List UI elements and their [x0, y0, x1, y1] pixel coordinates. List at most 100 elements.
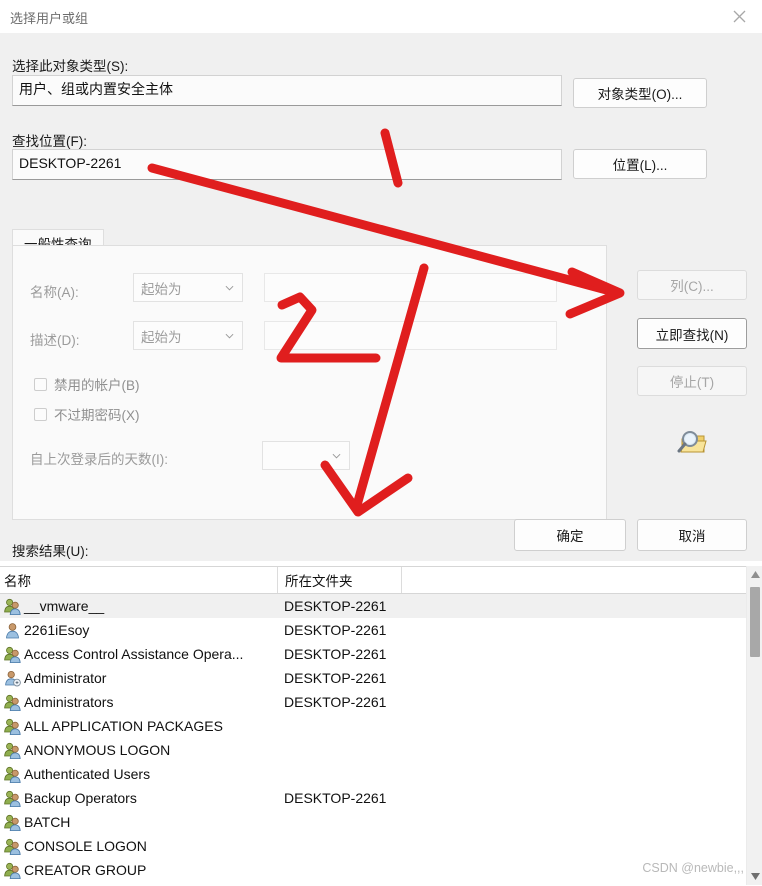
name-operator-select[interactable]: 起始为	[133, 273, 243, 302]
description-operator-value: 起始为	[141, 329, 182, 345]
group-icon	[4, 814, 21, 831]
table-row[interactable]: Administrators DESKTOP-2261	[0, 690, 746, 714]
results-list: 名称 所在文件夹 __vmware__ DESKTOP-2261 2261iEsoy…	[0, 566, 762, 886]
table-row[interactable]: CONSOLE LOGON	[0, 834, 746, 858]
group-icon	[4, 790, 21, 807]
table-row[interactable]: ALL APPLICATION PACKAGES	[0, 714, 746, 738]
name-operator-value: 起始为	[141, 281, 182, 297]
results-label: 搜索结果(U):	[12, 544, 89, 559]
disabled-accounts-checkbox[interactable]	[34, 377, 47, 391]
row-name-cell: Access Control Assistance Opera...	[4, 642, 243, 666]
name-value-input[interactable]	[264, 273, 557, 302]
chevron-down-icon	[225, 333, 234, 339]
tab-strip: 一般性查询	[12, 229, 607, 256]
close-button[interactable]	[716, 0, 762, 32]
description-operator-select[interactable]: 起始为	[133, 321, 243, 350]
disabled-accounts-checkbox-row[interactable]: 禁用的帐户(B)	[34, 374, 140, 394]
group-icon	[4, 694, 21, 711]
row-name-text: Administrators	[24, 694, 114, 710]
name-label: 名称(A):	[30, 285, 79, 300]
location-button[interactable]: 位置(L)...	[573, 149, 707, 179]
days-since-logon-select[interactable]	[262, 441, 350, 470]
table-row[interactable]: Administrator DESKTOP-2261	[0, 666, 746, 690]
scrollbar-thumb[interactable]	[750, 587, 760, 657]
admin-user-icon	[5, 670, 21, 686]
group-icon	[4, 766, 21, 783]
ok-button[interactable]: 确定	[514, 519, 626, 551]
row-name-cell: CONSOLE LOGON	[4, 834, 147, 858]
chevron-down-icon	[225, 285, 234, 291]
object-type-label: 选择此对象类型(S):	[12, 59, 129, 74]
scroll-up-arrow-icon[interactable]	[747, 566, 762, 583]
results-scrollbar[interactable]	[746, 566, 762, 885]
location-field[interactable]: DESKTOP-2261	[12, 149, 562, 180]
group-icon	[4, 838, 21, 855]
row-folder-cell: DESKTOP-2261	[284, 790, 387, 806]
non-expiring-password-checkbox-row[interactable]: 不过期密码(X)	[34, 404, 140, 424]
group-icon	[4, 862, 21, 879]
close-icon	[733, 10, 745, 22]
row-name-cell: __vmware__	[4, 594, 104, 618]
disabled-accounts-label: 禁用的帐户(B)	[54, 378, 140, 393]
non-expiring-password-checkbox[interactable]	[34, 407, 47, 421]
row-name-text: Access Control Assistance Opera...	[24, 646, 244, 662]
row-folder-cell: DESKTOP-2261	[284, 694, 387, 710]
user-icon	[6, 622, 19, 638]
row-folder-cell: DESKTOP-2261	[284, 646, 387, 662]
object-type-button[interactable]: 对象类型(O)...	[573, 78, 707, 108]
table-row[interactable]: Backup Operators DESKTOP-2261	[0, 786, 746, 810]
column-header-folder[interactable]: 所在文件夹	[277, 567, 401, 593]
row-name-text: ANONYMOUS LOGON	[24, 742, 171, 758]
results-list-header: 名称 所在文件夹	[0, 567, 762, 594]
row-name-cell: ANONYMOUS LOGON	[4, 738, 170, 762]
row-name-text: CREATOR GROUP	[24, 862, 147, 878]
group-icon	[4, 646, 21, 663]
table-row[interactable]: ANONYMOUS LOGON	[0, 738, 746, 762]
row-name-text: __vmware__	[24, 598, 105, 614]
group-icon	[4, 718, 21, 735]
row-name-cell: BATCH	[4, 810, 70, 834]
row-name-cell: Administrator	[4, 666, 106, 690]
table-row[interactable]: 2261iEsoy DESKTOP-2261	[0, 618, 746, 642]
row-name-text: 2261iEsoy	[24, 622, 90, 638]
row-name-cell: Authenticated Users	[4, 762, 150, 786]
results-rows: __vmware__ DESKTOP-2261 2261iEsoy DESKTOP-2…	[0, 594, 746, 882]
row-name-text: CONSOLE LOGON	[24, 838, 147, 854]
scroll-down-arrow-icon[interactable]	[747, 868, 762, 885]
row-name-cell: Backup Operators	[4, 786, 137, 810]
row-name-text: Backup Operators	[24, 790, 137, 806]
object-type-field[interactable]: 用户、组或内置安全主体	[12, 75, 562, 106]
stop-button[interactable]: 停止(T)	[637, 366, 747, 396]
group-icon	[4, 598, 21, 615]
cancel-button[interactable]: 取消	[637, 519, 747, 551]
description-value-input[interactable]	[264, 321, 557, 350]
table-row[interactable]: CREATOR GROUP	[0, 858, 746, 882]
chevron-down-icon	[332, 453, 341, 459]
table-row[interactable]: Authenticated Users	[0, 762, 746, 786]
description-label: 描述(D):	[30, 333, 80, 348]
row-folder-cell: DESKTOP-2261	[284, 670, 387, 686]
row-name-cell: ALL APPLICATION PACKAGES	[4, 714, 223, 738]
dialog-body: 选择此对象类型(S): 用户、组或内置安全主体 对象类型(O)... 查找位置(…	[0, 33, 762, 561]
table-row[interactable]: __vmware__ DESKTOP-2261	[0, 594, 746, 618]
table-row[interactable]: BATCH	[0, 810, 746, 834]
row-folder-cell: DESKTOP-2261	[284, 598, 387, 614]
columns-button[interactable]: 列(C)...	[637, 270, 747, 300]
column-header-name[interactable]: 名称	[0, 567, 277, 593]
title-bar: 选择用户或组	[0, 0, 762, 33]
row-name-text: Administrator	[24, 670, 107, 686]
row-name-text: BATCH	[24, 814, 71, 830]
row-name-text: ALL APPLICATION PACKAGES	[24, 718, 223, 734]
location-label: 查找位置(F):	[12, 134, 87, 149]
window-title: 选择用户或组	[10, 11, 89, 26]
find-now-button[interactable]: 立即查找(N)	[637, 318, 747, 349]
magnifier-folder-icon	[673, 428, 711, 458]
column-header-extra[interactable]	[401, 567, 746, 593]
row-name-cell: Administrators	[4, 690, 113, 714]
group-icon	[4, 742, 21, 759]
days-since-logon-label: 自上次登录后的天数(I):	[30, 452, 168, 467]
row-name-cell: 2261iEsoy	[4, 618, 89, 642]
table-row[interactable]: Access Control Assistance Opera... DESKTO…	[0, 642, 746, 666]
row-name-text: Authenticated Users	[24, 766, 151, 782]
row-folder-cell: DESKTOP-2261	[284, 622, 387, 638]
